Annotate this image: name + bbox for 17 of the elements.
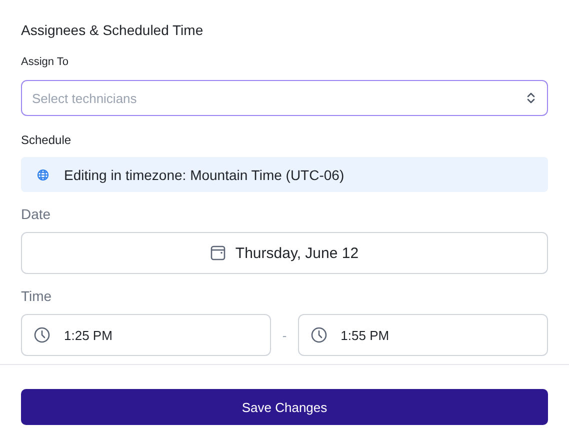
field-label: Assign To — [21, 56, 70, 69]
chevron-updown-icon — [527, 92, 535, 104]
range-separator: - — [281, 328, 288, 342]
field-label: Schedule — [21, 133, 72, 148]
calendar-icon — [210, 245, 226, 261]
start-time-field[interactable]: 1:25 PM — [21, 314, 272, 356]
timezone-text: Editing in timezone: Mountain Time (UTC-06) — [64, 166, 344, 182]
save-button[interactable]: Save Changes — [21, 389, 548, 425]
technician-select[interactable]: Select technicians — [21, 80, 548, 116]
globe-icon — [37, 168, 49, 180]
section-title: Assignees & Scheduled Time — [21, 22, 204, 39]
clock-icon — [310, 327, 327, 343]
field-label: Date — [21, 206, 52, 223]
end-time-field[interactable]: 1:55 PM — [298, 314, 548, 356]
date-field[interactable]: Thursday, June 12 — [21, 232, 548, 274]
field-label: Time — [21, 288, 53, 305]
clock-icon — [34, 327, 50, 343]
